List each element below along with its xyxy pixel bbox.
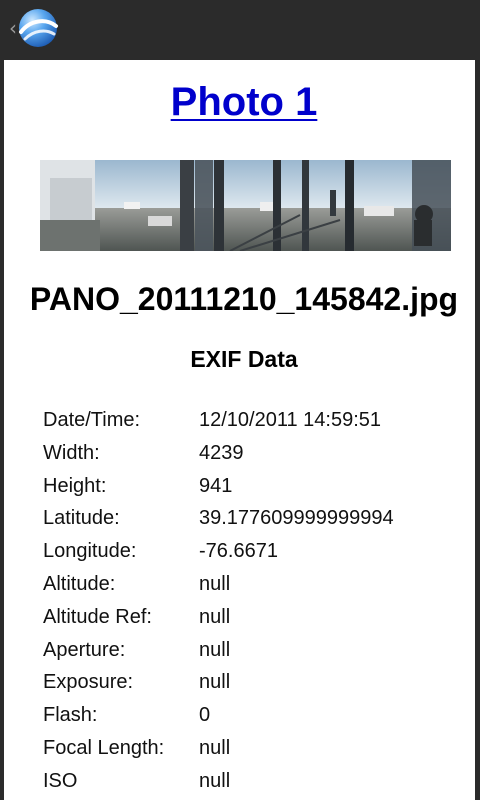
photo-filename: PANO_20111210_145842.jpg [29,281,459,317]
exif-row-aperture: Aperture: null [43,634,473,667]
exif-label: Width: [43,441,100,464]
exif-label: Altitude: [43,572,116,595]
exif-label: Latitude: [43,507,120,530]
exif-value: 941 [199,474,233,497]
exif-row-flash: Flash: 0 [43,699,473,732]
exif-list: Date/Time: 12/10/2011 14:59:51 Width: 4239… [43,404,473,798]
photo-title-link[interactable]: Photo 1 [4,78,475,126]
google-earth-logo-icon[interactable] [16,6,60,50]
exif-row-longitude: Longitude: -76.6671 [43,535,473,568]
exif-row-iso: ISO null [43,765,473,798]
exif-value: 4239 [199,441,244,464]
exif-row-exposure: Exposure: null [43,666,473,699]
exif-value: null [199,769,231,792]
action-bar: ‹ [0,0,480,60]
exif-label: Longitude: [43,540,137,563]
exif-row-latitude: Latitude: 39.177609999999994 [43,502,473,535]
exif-label: Exposure: [43,671,134,694]
content-area[interactable]: Photo 1 PANO_20111210_145842.jpg EXIF Da… [4,60,475,800]
exif-value: null [199,638,231,661]
exif-label: ISO [43,769,78,792]
exif-value: 12/10/2011 14:59:51 [199,409,382,431]
exif-value: null [199,572,231,595]
exif-row-date-time: Date/Time: 12/10/2011 14:59:51 [43,404,473,437]
exif-label: Focal Length: [43,736,165,759]
exif-label: Altitude Ref: [43,605,152,628]
exif-row-height: Height: 941 [43,470,473,503]
exif-label: Aperture: [43,638,126,661]
exif-value: null [199,736,231,759]
exif-value: null [199,671,231,694]
exif-heading: EXIF Data [190,346,298,372]
exif-row-altitude-ref: Altitude Ref: null [43,601,473,634]
exif-row-focal-length: Focal Length: null [43,732,473,765]
exif-value: 39.177609999999994 [199,507,394,530]
exif-row-width: Width: 4239 [43,437,473,470]
exif-value: null [199,605,231,628]
frame-right [475,60,480,800]
exif-row-altitude: Altitude: null [43,568,473,601]
panorama-photo[interactable] [40,160,451,251]
exif-label: Flash: [43,704,98,727]
exif-value: -76.6671 [199,540,278,563]
exif-label: Height: [43,474,107,497]
exif-label: Date/Time: [43,409,141,431]
exif-value: 0 [199,704,211,727]
